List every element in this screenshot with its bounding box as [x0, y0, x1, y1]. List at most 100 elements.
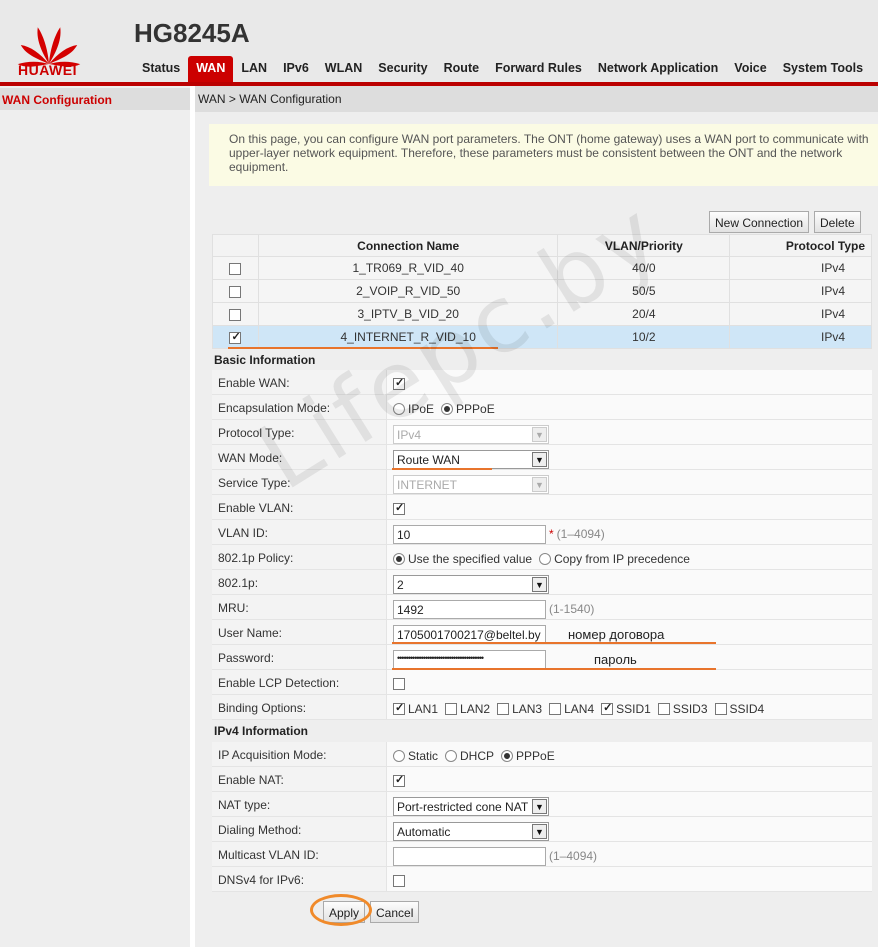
policy-copy-radio[interactable] [539, 553, 552, 565]
encap-pppoe-label: PPPoE [456, 402, 495, 416]
nav-network-application[interactable]: Network Application [590, 56, 726, 82]
enable-nat-checkbox[interactable] [393, 773, 405, 787]
8021p-select[interactable]: 2 ▼ [393, 574, 549, 594]
nav-voice[interactable]: Voice [726, 56, 774, 82]
bind-ssid3-label: SSID3 [672, 702, 708, 716]
enable-vlan-label: Enable VLAN: [212, 495, 387, 519]
bind-lan1-checkbox[interactable] [393, 701, 405, 715]
brand-name: HUAWEI [18, 62, 77, 78]
table-header: Connection Name VLAN/Priority Protocol T… [212, 234, 872, 257]
nav-route[interactable]: Route [436, 56, 487, 82]
encap-pppoe-radio[interactable] [441, 403, 454, 415]
dialing-method-select[interactable]: Automatic ▼ [393, 821, 549, 841]
dnsv4-checkbox[interactable] [393, 875, 405, 887]
bind-lan4-checkbox[interactable] [549, 703, 562, 715]
chevron-down-icon: ▼ [532, 426, 547, 442]
ip-acquisition-label: IP Acquisition Mode: [212, 742, 387, 766]
new-connection-button[interactable]: New Connection [709, 211, 810, 233]
table-row[interactable]: 2_VOIP_R_VID_50 50/5 IPv4 [212, 279, 872, 303]
vlan-priority-cell: 20/4 [557, 302, 731, 326]
acq-static-radio[interactable] [393, 750, 405, 762]
row-checkbox[interactable] [229, 262, 242, 275]
row-enable-lcp: Enable LCP Detection: [212, 670, 872, 695]
encap-ipoe-radio[interactable] [393, 403, 405, 415]
encapsulation-mode-label: Encapsulation Mode: [212, 395, 387, 419]
annotation-underline-password [392, 668, 716, 670]
row-select-cell [212, 325, 259, 349]
bind-ssid4-checkbox[interactable] [714, 703, 727, 715]
bind-lan4-label: LAN4 [564, 702, 595, 716]
vlan-id-input[interactable]: 10 [393, 524, 546, 544]
sidebar-item-wan-configuration[interactable]: WAN Configuration [0, 88, 190, 110]
acq-pppoe-label: PPPoE [516, 749, 555, 763]
ipv4-information-form: IP Acquisition Mode: Static DHCP PPPoE E… [212, 742, 872, 892]
row-binding-options: Binding Options: LAN1 LAN2 LAN3 LAN4 SSI… [212, 695, 872, 720]
row-select-cell [212, 279, 259, 303]
nav-forward-rules[interactable]: Forward Rules [487, 56, 590, 82]
bind-lan2-checkbox[interactable] [445, 703, 458, 715]
policy-specified-radio[interactable] [393, 553, 405, 565]
column-header-protocol-type: Protocol Type [729, 234, 872, 257]
multicast-vlan-input[interactable] [393, 846, 546, 866]
row-multicast-vlan-id: Multicast VLAN ID: (1–4094) [212, 842, 872, 867]
vlan-id-hint: (1–4094) [556, 527, 605, 541]
service-type-select[interactable]: INTERNET ▼ [393, 474, 549, 494]
row-checkbox[interactable] [229, 285, 242, 298]
acq-static-label: Static [408, 749, 439, 763]
8021p-label: 802.1p: [212, 570, 387, 594]
delete-button[interactable]: Delete [814, 211, 861, 233]
acq-pppoe-radio[interactable] [501, 750, 514, 762]
bind-lan3-checkbox[interactable] [497, 703, 510, 715]
password-input[interactable]: •••••••••••••••••••••••••••••••••••••••• [393, 649, 546, 669]
dialing-method-label: Dialing Method: [212, 817, 387, 841]
mru-input[interactable]: 1492 [393, 599, 546, 619]
cancel-button[interactable]: Cancel [370, 901, 420, 923]
nav-wlan[interactable]: WLAN [317, 56, 371, 82]
enable-vlan-checkbox[interactable] [393, 501, 405, 515]
service-type-label: Service Type: [212, 470, 387, 494]
chevron-down-icon: ▼ [532, 798, 547, 814]
bind-ssid3-checkbox[interactable] [657, 703, 670, 715]
vlan-priority-cell: 10/2 [557, 325, 731, 349]
bind-ssid1-checkbox[interactable] [601, 701, 614, 715]
vlan-priority-cell: 50/5 [557, 279, 731, 303]
annotation-password: пароль [594, 652, 637, 667]
8021p-value: 2 [397, 577, 404, 592]
row-enable-vlan: Enable VLAN: [212, 495, 872, 520]
row-checkbox[interactable] [229, 308, 242, 321]
wan-mode-label: WAN Mode: [212, 445, 387, 469]
row-protocol-type: Protocol Type: IPv4 ▼ [212, 420, 872, 445]
connection-table: Connection Name VLAN/Priority Protocol T… [212, 234, 872, 349]
enable-wan-checkbox[interactable] [393, 376, 405, 390]
wan-mode-value: Route WAN [397, 452, 460, 467]
annotation-contract-number: номер договора [568, 627, 665, 642]
nav-status[interactable]: Status [134, 56, 188, 82]
user-name-input[interactable]: 1705001700217@beltel.by [393, 624, 546, 644]
protocol-type-select[interactable]: IPv4 ▼ [393, 424, 549, 444]
bind-lan2-label: LAN2 [460, 702, 491, 716]
table-row[interactable]: 3_IPTV_B_VID_20 20/4 IPv4 [212, 302, 872, 326]
connection-name-cell: 2_VOIP_R_VID_50 [257, 279, 559, 303]
table-row[interactable]: 1_TR069_R_VID_40 40/0 IPv4 [212, 256, 872, 280]
chevron-down-icon: ▼ [532, 451, 547, 467]
row-8021p-policy: 802.1p Policy: Use the specified value C… [212, 545, 872, 570]
select-column-header [212, 234, 259, 257]
nav-system-tools[interactable]: System Tools [775, 56, 871, 82]
row-8021p: 802.1p: 2 ▼ [212, 570, 872, 595]
model-title: HG8245A [134, 18, 250, 48]
row-checkbox[interactable] [229, 330, 242, 344]
connection-name-cell: 1_TR069_R_VID_40 [257, 256, 559, 280]
table-row-selected[interactable]: 4_INTERNET_R_VID_10 10/2 IPv4 [212, 325, 872, 349]
nav-lan[interactable]: LAN [233, 56, 275, 82]
wan-mode-select[interactable]: Route WAN ▼ [393, 449, 549, 469]
nav-security[interactable]: Security [370, 56, 435, 82]
enable-wan-label: Enable WAN: [212, 370, 387, 394]
nat-type-select[interactable]: Port-restricted cone NAT ▼ [393, 796, 549, 816]
annotation-underline-username [392, 642, 716, 644]
nav-wan[interactable]: WAN [188, 56, 234, 82]
acq-dhcp-radio[interactable] [445, 750, 458, 762]
enable-lcp-checkbox[interactable] [393, 678, 405, 690]
chevron-down-icon: ▼ [532, 576, 547, 592]
bind-lan3-label: LAN3 [512, 702, 543, 716]
nav-ipv6[interactable]: IPv6 [275, 56, 317, 82]
